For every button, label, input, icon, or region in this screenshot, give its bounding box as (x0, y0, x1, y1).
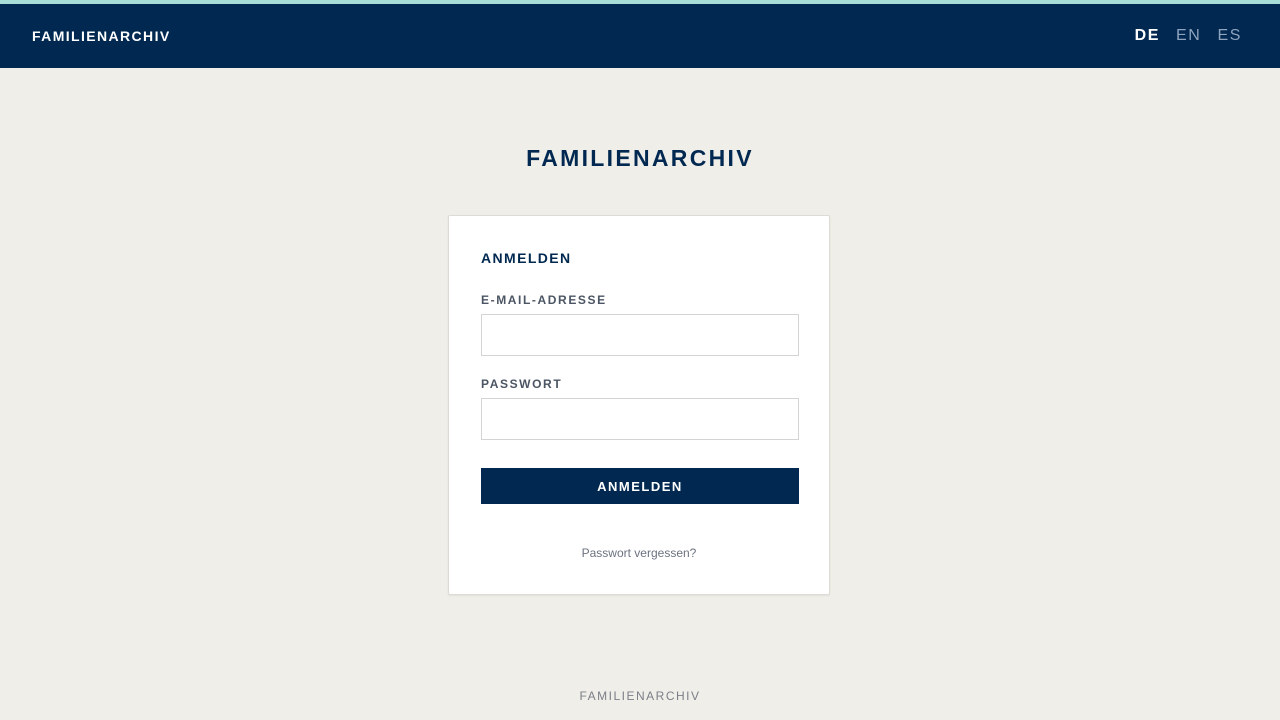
password-field[interactable] (481, 398, 799, 440)
footer-brand: FAMILIENARCHIV (579, 689, 701, 703)
language-es[interactable]: ES (1217, 26, 1242, 46)
password-label: PASSWORT (481, 377, 563, 391)
login-heading: ANMELDEN (481, 250, 572, 266)
language-de[interactable]: DE (1135, 26, 1160, 46)
login-button[interactable]: ANMELDEN (481, 468, 799, 504)
email-field[interactable] (481, 314, 799, 356)
page-title: FAMILIENARCHIV (526, 145, 754, 171)
login-card: ANMELDEN E-MAIL-ADRESSE PASSWORT ANMELDE… (448, 215, 830, 595)
email-label: E-MAIL-ADRESSE (481, 293, 607, 307)
forgot-password-link[interactable]: Passwort vergessen? (449, 546, 829, 560)
language-en[interactable]: EN (1176, 26, 1201, 46)
language-switcher: DE EN ES (1135, 26, 1242, 46)
top-navigation-bar: FAMILIENARCHIV DE EN ES (0, 4, 1280, 68)
header-brand[interactable]: FAMILIENARCHIV (32, 28, 171, 44)
